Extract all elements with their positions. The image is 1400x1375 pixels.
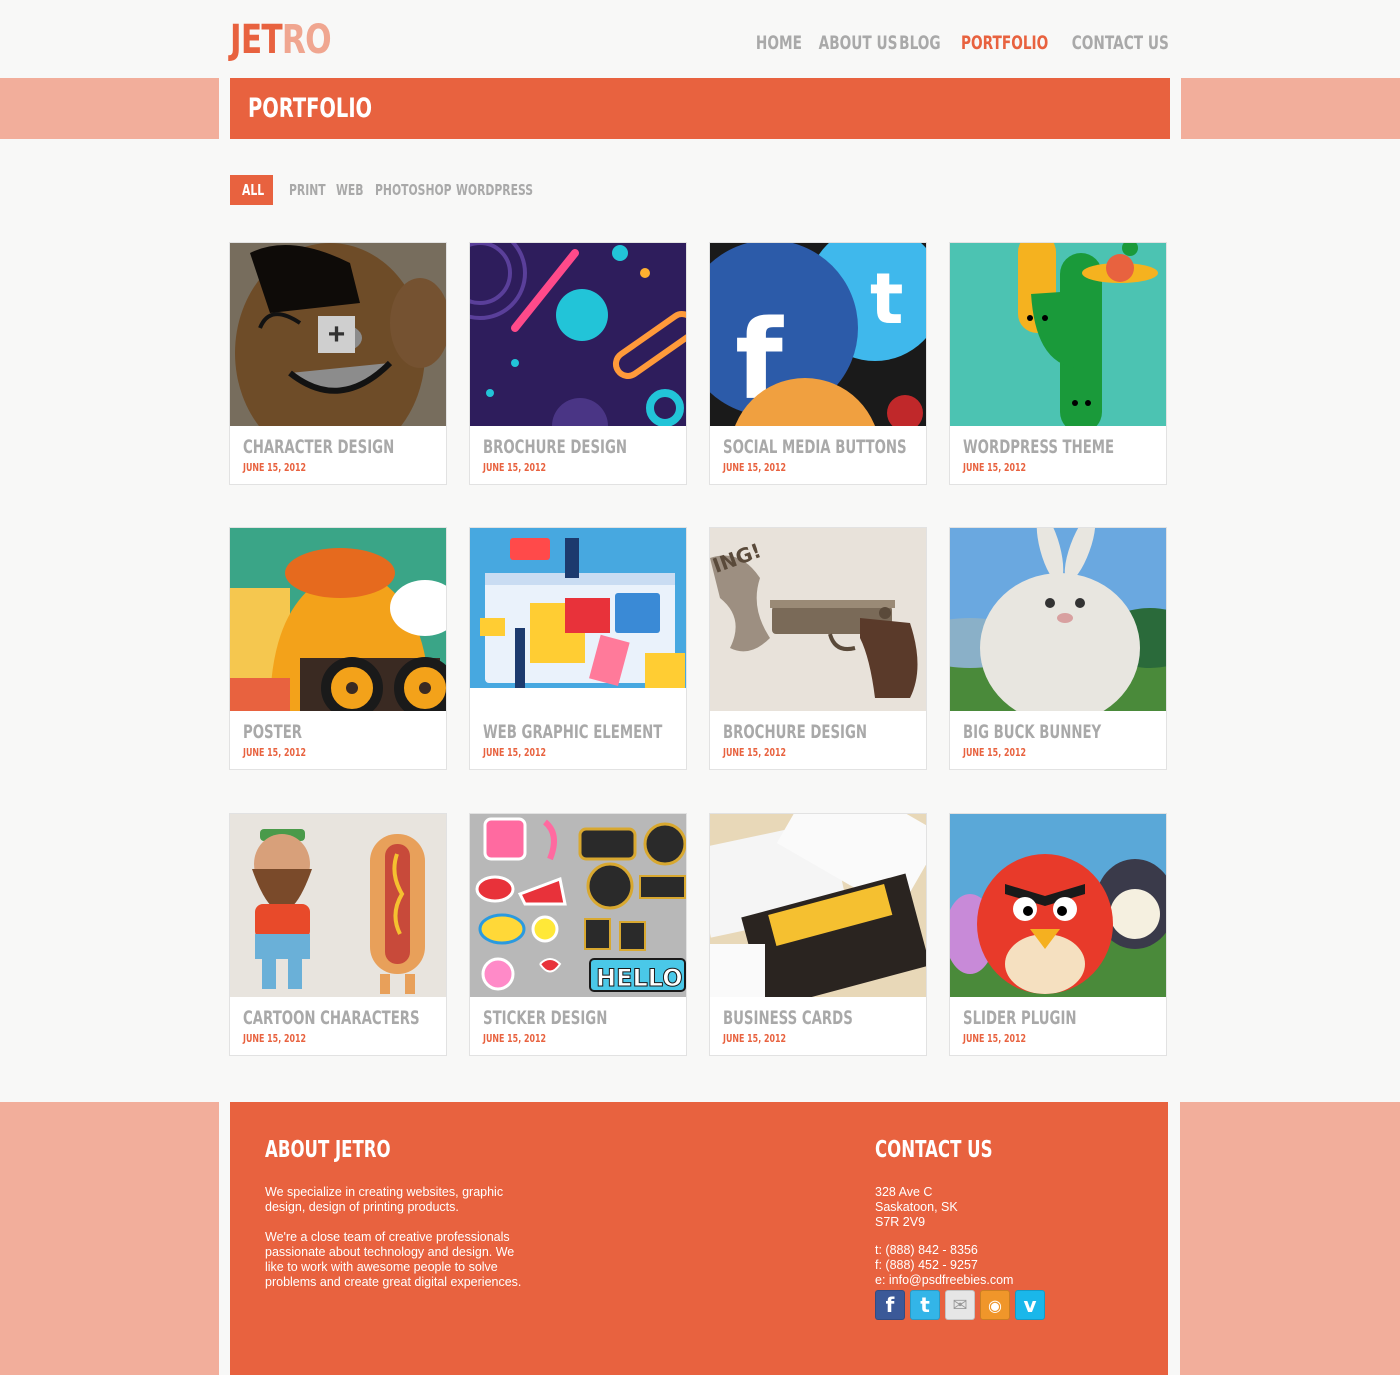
web-graphic-thumbnail[interactable] xyxy=(470,528,686,711)
mail-icon[interactable]: ✉ xyxy=(945,1290,975,1320)
address-line-2: Saskatoon, SK xyxy=(875,1200,958,1214)
item-title[interactable]: BIG BUCK BUNNEY xyxy=(963,721,1101,743)
footer-contact-title: CONTACT US xyxy=(875,1137,993,1163)
item-title[interactable]: WEB GRAPHIC ELEMENT xyxy=(483,721,662,743)
about-paragraph-1: We specialize in creating websites, grap… xyxy=(265,1185,504,1214)
angry-birds-thumbnail[interactable] xyxy=(950,814,1166,997)
band-right-decoration xyxy=(1181,78,1400,139)
item-title[interactable]: BROCHURE DESIGN xyxy=(723,721,867,743)
item-date: JUNE 15, 2012 xyxy=(723,746,787,759)
stickers-thumbnail[interactable]: HELLO! xyxy=(470,814,687,997)
portfolio-item[interactable]: BIG BUCK BUNNEY JUNE 15, 2012 xyxy=(949,527,1167,770)
facebook-icon[interactable]: f xyxy=(875,1290,905,1320)
item-date: JUNE 15, 2012 xyxy=(243,461,307,474)
portfolio-filters: ALL PRINT WEB PHOTOSHOP WORDPRESS xyxy=(230,175,533,205)
portfolio-item[interactable]: BROCHURE DESIGN JUNE 15, 2012 xyxy=(469,242,687,485)
item-date: JUNE 15, 2012 xyxy=(483,746,547,759)
portfolio-item[interactable]: HELLO! STICKER DESIGN JUNE 15, 2012 xyxy=(469,813,687,1056)
footer-about-text: We specialize in creating websites, grap… xyxy=(265,1185,545,1290)
portfolio-item[interactable]: SLIDER PLUGIN JUNE 15, 2012 xyxy=(949,813,1167,1056)
item-date: JUNE 15, 2012 xyxy=(723,1032,787,1045)
bunny-thumbnail[interactable] xyxy=(950,528,1166,711)
social-links: f t ✉ ◉ v xyxy=(875,1290,1045,1320)
item-date: JUNE 15, 2012 xyxy=(963,746,1027,759)
svg-text:t: t xyxy=(870,258,903,340)
portfolio-item[interactable]: WEB GRAPHIC ELEMENT JUNE 15, 2012 xyxy=(469,527,687,770)
portfolio-item[interactable]: f t SOCIAL MEDIA BUTTONS JUNE 15, 2012 xyxy=(709,242,927,485)
item-title[interactable]: CHARACTER DESIGN xyxy=(243,436,394,458)
item-title[interactable]: CARTOON CHARACTERS xyxy=(243,1007,420,1029)
item-date: JUNE 15, 2012 xyxy=(483,461,547,474)
rss-icon[interactable]: ◉ xyxy=(980,1290,1010,1320)
glasses-character-thumbnail[interactable] xyxy=(230,528,446,711)
filter-photoshop[interactable]: PHOTOSHOP xyxy=(375,181,452,199)
filter-wordpress[interactable]: WORDPRESS xyxy=(456,181,533,199)
item-date: JUNE 15, 2012 xyxy=(243,1032,307,1045)
footer-left-decoration xyxy=(0,1102,219,1375)
portfolio-item[interactable]: ING! BROCHURE DESIGN JUNE 15, 2012 xyxy=(709,527,927,770)
nav-home[interactable]: HOME xyxy=(756,31,802,55)
fax-number: f: (888) 452 - 9257 xyxy=(875,1258,978,1272)
zoom-plus-icon[interactable]: + xyxy=(318,316,355,353)
filter-print[interactable]: PRINT xyxy=(289,181,326,199)
item-date: JUNE 15, 2012 xyxy=(963,461,1027,474)
footer-right-decoration xyxy=(1180,1102,1400,1375)
item-title[interactable]: POSTER xyxy=(243,721,302,743)
main-nav: HOME ABOUT US BLOG PORTFOLIO CONTACT US xyxy=(752,31,1169,55)
address-line-3: S7R 2V9 xyxy=(875,1215,926,1229)
footer-about-title: ABOUT JETRO xyxy=(265,1137,391,1163)
twitter-icon[interactable]: t xyxy=(910,1290,940,1320)
item-title[interactable]: SLIDER PLUGIN xyxy=(963,1007,1077,1029)
pistol-thumbnail[interactable]: ING! xyxy=(710,528,926,711)
tall-creatures-thumbnail[interactable] xyxy=(950,243,1166,426)
item-date: JUNE 15, 2012 xyxy=(723,461,787,474)
item-title[interactable]: STICKER DESIGN xyxy=(483,1007,607,1029)
logo-part-2: RO xyxy=(281,17,332,63)
portfolio-item[interactable]: + CHARACTER DESIGN JUNE 15, 2012 xyxy=(229,242,447,485)
item-title[interactable]: BROCHURE DESIGN xyxy=(483,436,627,458)
svg-text:HELLO!: HELLO! xyxy=(596,964,687,992)
item-title[interactable]: BUSINESS CARDS xyxy=(723,1007,853,1029)
nav-contact-us[interactable]: CONTACT US xyxy=(1072,31,1169,55)
page-title-band: PORTFOLIO xyxy=(230,78,1170,139)
nav-blog[interactable]: BLOG xyxy=(899,31,941,55)
footer-contact-info: 328 Ave C Saskatoon, SK S7R 2V9 t: (888)… xyxy=(875,1185,1115,1288)
vimeo-icon[interactable]: v xyxy=(1015,1290,1045,1320)
portfolio-item[interactable]: WORDPRESS THEME JUNE 15, 2012 xyxy=(949,242,1167,485)
email-link[interactable]: e: info@psdfreebies.com xyxy=(875,1273,1115,1288)
item-title[interactable]: WORDPRESS THEME xyxy=(963,436,1114,458)
portfolio-item[interactable]: CARTOON CHARACTERS JUNE 15, 2012 xyxy=(229,813,447,1056)
page-title: PORTFOLIO xyxy=(248,93,373,124)
footer: ABOUT JETRO We specialize in creating we… xyxy=(230,1102,1168,1375)
logo[interactable]: JETRO xyxy=(230,17,332,63)
band-left-decoration xyxy=(0,78,219,139)
portfolio-item[interactable]: POSTER JUNE 15, 2012 xyxy=(229,527,447,770)
item-date: JUNE 15, 2012 xyxy=(243,746,307,759)
phone-number: t: (888) 842 - 8356 xyxy=(875,1243,978,1257)
nav-portfolio[interactable]: PORTFOLIO xyxy=(961,31,1048,55)
logo-part-1: JET xyxy=(230,17,283,63)
filter-web[interactable]: WEB xyxy=(336,181,364,199)
portfolio-item[interactable]: BUSINESS CARDS JUNE 15, 2012 xyxy=(709,813,927,1056)
toy-figures-thumbnail[interactable] xyxy=(230,814,446,997)
nav-about-us[interactable]: ABOUT US xyxy=(818,31,897,55)
item-date: JUNE 15, 2012 xyxy=(483,1032,547,1045)
social-buttons-thumbnail[interactable]: f t xyxy=(710,243,926,426)
business-cards-thumbnail[interactable] xyxy=(710,814,926,997)
filter-all[interactable]: ALL xyxy=(230,175,273,205)
abstract-shapes-thumbnail[interactable] xyxy=(470,243,686,426)
item-date: JUNE 15, 2012 xyxy=(963,1032,1027,1045)
cartoon-face-thumbnail[interactable]: + xyxy=(230,243,446,426)
about-paragraph-2: We're a close team of creative professio… xyxy=(265,1230,522,1289)
address-line-1: 328 Ave C xyxy=(875,1185,933,1199)
item-title[interactable]: SOCIAL MEDIA BUTTONS xyxy=(723,436,907,458)
